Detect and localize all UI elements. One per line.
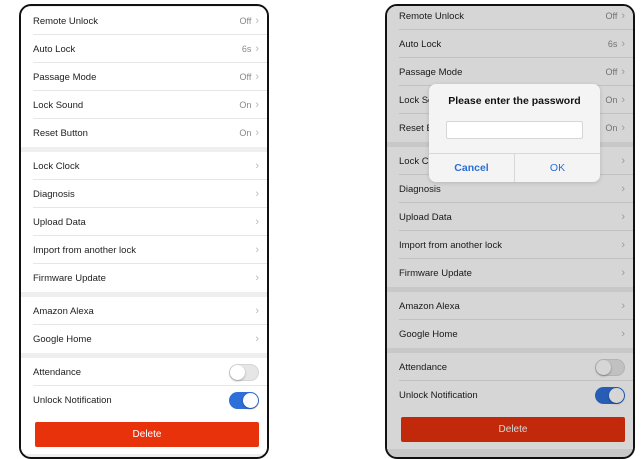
setting-unlock-notification: Unlock Notification [21, 386, 267, 414]
attendance-toggle[interactable] [229, 363, 259, 381]
chevron-right-icon: › [255, 98, 259, 111]
unlock-notification-toggle[interactable] [229, 391, 259, 409]
chevron-right-icon: › [255, 126, 259, 139]
chevron-right-icon: › [255, 42, 259, 55]
setting-label: Lock Sound [33, 99, 84, 111]
password-dialog: Please enter the password Cancel OK [429, 84, 600, 182]
chevron-right-icon: › [255, 243, 259, 256]
setting-remote-unlock[interactable]: Remote Unlock Off › [21, 7, 267, 35]
cancel-button[interactable]: Cancel [429, 154, 515, 182]
toggle-knob [243, 392, 258, 408]
chevron-right-icon: › [255, 187, 259, 200]
modal-overlay [387, 6, 633, 457]
setting-value: On [239, 100, 252, 110]
dialog-title: Please enter the password [448, 95, 581, 107]
setting-upload-data[interactable]: Upload Data › [21, 208, 267, 236]
setting-value: Off [239, 16, 252, 26]
delete-section: Delete [21, 414, 267, 454]
delete-button[interactable]: Delete [35, 422, 259, 447]
setting-label: Google Home [33, 333, 92, 345]
setting-label: Diagnosis [33, 188, 75, 200]
chevron-right-icon: › [255, 215, 259, 228]
setting-google-home[interactable]: Google Home › [21, 325, 267, 353]
setting-label: Auto Lock [33, 43, 76, 55]
setting-label: Unlock Notification [33, 394, 112, 406]
setting-label: Import from another lock [33, 244, 136, 256]
chevron-right-icon: › [255, 304, 259, 317]
setting-value: Off [239, 72, 252, 82]
setting-label: Reset Button [33, 127, 88, 139]
setting-amazon-alexa[interactable]: Amazon Alexa › [21, 297, 267, 325]
settings-screen-right: Remote Unlock Off › Auto Lock 6s › Passa… [385, 4, 635, 459]
password-input[interactable] [446, 121, 583, 139]
setting-label: Attendance [33, 366, 82, 378]
setting-label: Lock Clock [33, 160, 80, 172]
setting-diagnosis[interactable]: Diagnosis › [21, 180, 267, 208]
ok-button[interactable]: OK [515, 154, 600, 182]
chevron-right-icon: › [255, 14, 259, 27]
setting-label: Upload Data [33, 216, 86, 228]
setting-firmware-update[interactable]: Firmware Update › [21, 264, 267, 292]
setting-passage-mode[interactable]: Passage Mode Off › [21, 63, 267, 91]
setting-import-lock[interactable]: Import from another lock › [21, 236, 267, 264]
setting-reset-button[interactable]: Reset Button On › [21, 119, 267, 147]
chevron-right-icon: › [255, 70, 259, 83]
setting-lock-sound[interactable]: Lock Sound On › [21, 91, 267, 119]
setting-label: Remote Unlock [33, 15, 98, 27]
settings-list: Remote Unlock Off › Auto Lock 6s › Passa… [21, 6, 267, 457]
setting-label: Firmware Update [33, 272, 106, 284]
setting-lock-clock[interactable]: Lock Clock › [21, 152, 267, 180]
toggle-knob [230, 364, 245, 380]
setting-value: On [239, 128, 252, 138]
chevron-right-icon: › [255, 332, 259, 345]
setting-auto-lock[interactable]: Auto Lock 6s › [21, 35, 267, 63]
setting-label: Passage Mode [33, 71, 97, 83]
settings-screen-left: Remote Unlock Off › Auto Lock 6s › Passa… [19, 4, 269, 459]
setting-label: Amazon Alexa [33, 305, 94, 317]
setting-attendance: Attendance [21, 358, 267, 386]
dialog-buttons: Cancel OK [429, 153, 600, 182]
setting-value: 6s [241, 44, 252, 54]
chevron-right-icon: › [255, 159, 259, 172]
chevron-right-icon: › [255, 271, 259, 284]
